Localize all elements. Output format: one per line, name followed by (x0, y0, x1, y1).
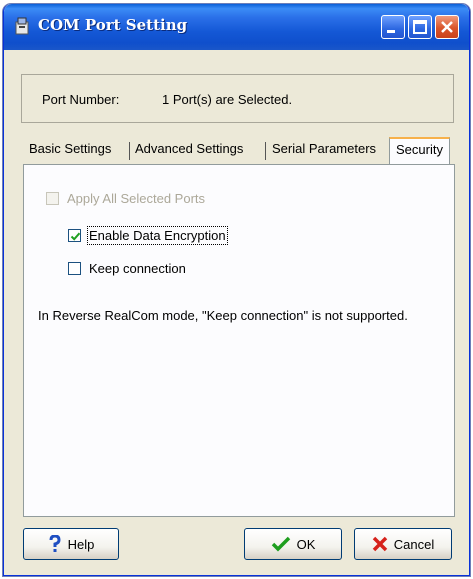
apply-all-checkbox (46, 192, 59, 205)
close-icon (441, 21, 453, 33)
close-button[interactable] (435, 15, 459, 39)
reverse-realcom-note: In Reverse RealCom mode, "Keep connectio… (38, 308, 408, 323)
minimize-icon (387, 30, 395, 33)
minimize-button[interactable] (381, 15, 405, 39)
ok-check-icon (271, 536, 291, 552)
tab-separator (129, 142, 130, 160)
apply-all-label: Apply All Selected Ports (67, 191, 206, 206)
cancel-x-icon (372, 536, 388, 552)
ok-button-label: OK (296, 536, 316, 552)
port-number-label: Port Number: (42, 92, 120, 107)
tab-serial-parameters[interactable]: Serial Parameters (272, 141, 376, 156)
keep-connection-checkbox[interactable] (68, 262, 81, 275)
encryption-row[interactable]: Enable Data Encryption (68, 226, 228, 245)
port-number-value: 1 Port(s) are Selected. (162, 92, 293, 107)
tab-security[interactable]: Security (389, 137, 450, 165)
help-button[interactable]: Help (23, 528, 119, 560)
maximize-button[interactable] (408, 15, 432, 39)
help-icon (48, 535, 62, 553)
apply-all-row: Apply All Selected Ports (46, 191, 205, 206)
port-setting-icon (14, 16, 32, 36)
tab-advanced-settings[interactable]: Advanced Settings (135, 141, 243, 156)
ok-button[interactable]: OK (244, 528, 342, 560)
cancel-button-label: Cancel (393, 536, 435, 552)
port-number-group: Port Number: 1 Port(s) are Selected. (21, 74, 454, 123)
tab-bar: Basic Settings Advanced Settings Serial … (24, 137, 454, 165)
maximize-icon (413, 20, 427, 34)
encryption-checkbox[interactable] (68, 229, 81, 242)
encryption-label[interactable]: Enable Data Encryption (87, 226, 228, 245)
keep-connection-row[interactable]: Keep connection (68, 261, 186, 276)
checkmark-icon (70, 232, 81, 241)
tab-separator (265, 142, 266, 160)
com-port-setting-dialog: COM Port Setting Port Number: 1 Port(s) … (3, 4, 470, 576)
cancel-button[interactable]: Cancel (354, 528, 452, 560)
help-button-label: Help (67, 536, 95, 552)
title-bar[interactable]: COM Port Setting (4, 4, 469, 50)
security-panel: Apply All Selected Ports Enable Data Enc… (23, 164, 455, 517)
window-title: COM Port Setting (38, 16, 188, 34)
keep-connection-label[interactable]: Keep connection (89, 261, 186, 276)
tab-basic-settings[interactable]: Basic Settings (29, 141, 111, 156)
